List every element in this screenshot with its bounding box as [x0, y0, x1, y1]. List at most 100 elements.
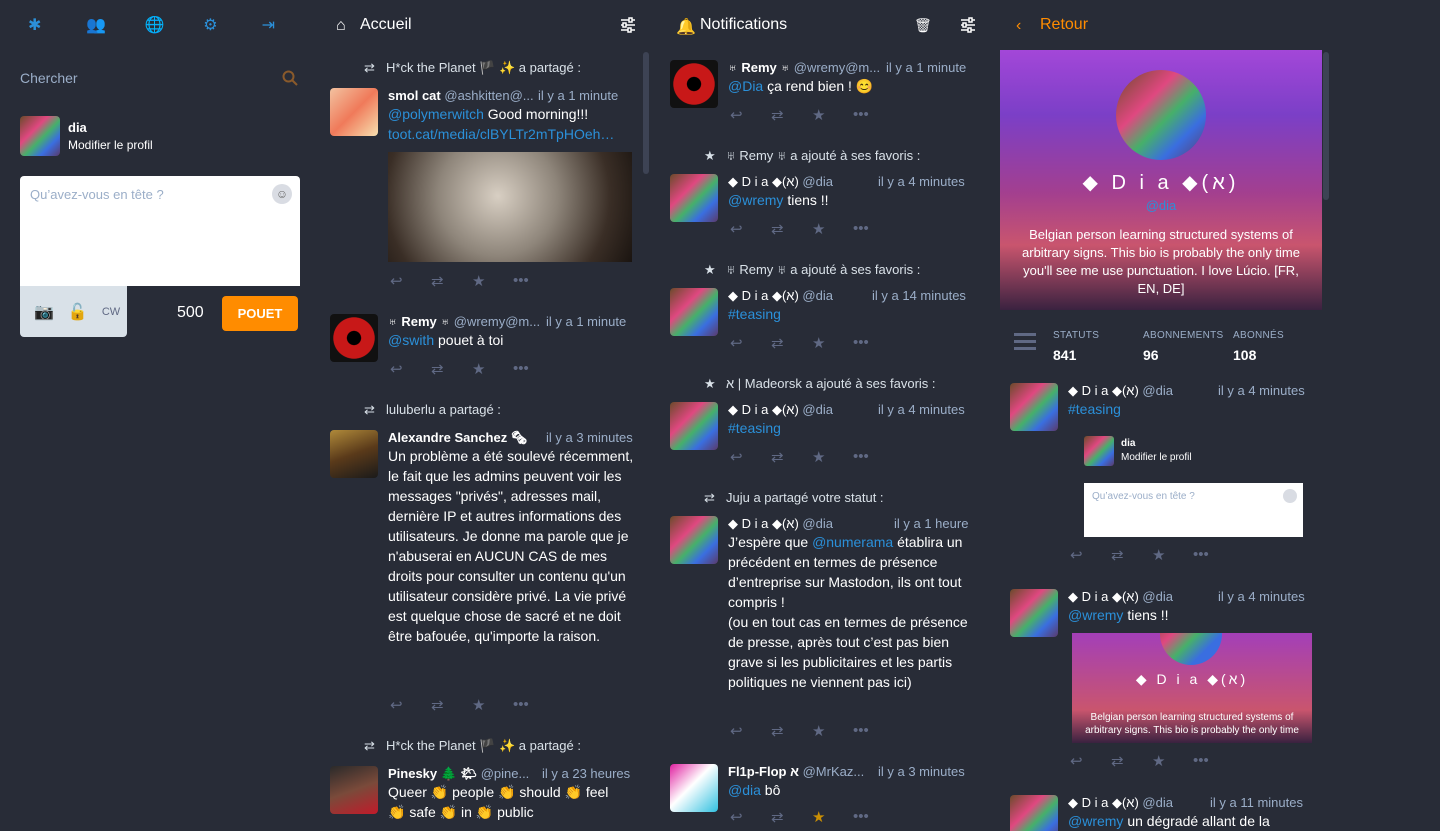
emoji-icon[interactable]: ☺	[272, 184, 292, 204]
status-author[interactable]: ◆ D i a ◆(א) @dia	[728, 174, 833, 190]
status-author[interactable]: Alexandre Sanchez 🗞	[388, 430, 527, 446]
status-time[interactable]: il y a 23 heures	[542, 766, 630, 781]
back-button[interactable]: ‹ Retour	[1000, 0, 1330, 50]
trash-icon[interactable]: 🗑	[914, 17, 932, 33]
mention-link[interactable]: @wremy	[1068, 813, 1123, 829]
star-icon[interactable]: ★	[472, 696, 513, 714]
avatar[interactable]	[670, 60, 718, 108]
more-icon[interactable]: •••	[513, 272, 554, 290]
mention-link[interactable]: @swith	[388, 332, 434, 348]
status-time[interactable]: il y a 3 minutes	[546, 430, 633, 445]
reply-icon[interactable]: ↩	[730, 722, 771, 740]
status-author[interactable]: ◆ D i a ◆(א) @dia	[1068, 795, 1173, 811]
star-icon[interactable]: ★	[472, 272, 513, 290]
more-icon[interactable]: •••	[513, 360, 554, 378]
reply-icon[interactable]: ↩	[390, 272, 431, 290]
avatar[interactable]	[1010, 589, 1058, 637]
star-icon[interactable]: ★	[812, 220, 853, 238]
status-time[interactable]: il y a 1 minute	[886, 60, 966, 75]
pouet-button[interactable]: POUET	[222, 296, 298, 331]
mention-link[interactable]: @numerama	[812, 534, 893, 550]
reply-icon[interactable]: ↩	[390, 696, 431, 714]
star-icon[interactable]: ★	[1152, 546, 1193, 564]
profile-avatar[interactable]	[1116, 70, 1206, 160]
compose-textarea[interactable]: Qu’avez-vous en tête ? ☺	[20, 176, 300, 286]
media-screenshot[interactable]: ◆ D i a ◆(א) Belgian person learning str…	[1072, 633, 1312, 743]
reply-icon[interactable]: ↩	[730, 220, 771, 238]
status-time[interactable]: il y a 1 minute	[546, 314, 626, 329]
status-time[interactable]: il y a 4 minutes	[1218, 589, 1305, 604]
avatar[interactable]	[330, 430, 378, 478]
avatar[interactable]	[670, 288, 718, 336]
hashtag-link[interactable]: #teasing	[728, 306, 781, 322]
scrollbar[interactable]	[1323, 52, 1329, 200]
globe-icon[interactable]: 🌐	[145, 15, 203, 35]
status-author[interactable]: Pinesky 🌲 🌤 @pine...	[388, 766, 529, 782]
more-icon[interactable]: •••	[1193, 546, 1234, 564]
mention-link[interactable]: @wremy	[728, 192, 783, 208]
search-icon[interactable]	[282, 70, 298, 86]
status-time[interactable]: il y a 11 minutes	[1210, 795, 1303, 810]
search-bar[interactable]: Chercher	[0, 50, 320, 106]
stat-following[interactable]: ABONNEMENTS 96	[1143, 330, 1224, 363]
boost-icon[interactable]: ⇄	[431, 272, 472, 290]
status-author[interactable]: Fl1p-Flop א @MrKaz...	[728, 764, 864, 779]
avatar[interactable]	[670, 174, 718, 222]
search-input[interactable]: Chercher	[20, 70, 78, 86]
avatar[interactable]	[330, 88, 378, 136]
menu-icon[interactable]	[1014, 332, 1036, 350]
status-time[interactable]: il y a 4 minutes	[878, 174, 965, 189]
boost-icon[interactable]: ⇄	[771, 722, 812, 740]
status-time[interactable]: il y a 1 heure	[894, 516, 968, 531]
avatar[interactable]	[330, 766, 378, 814]
edit-profile-link[interactable]: Modifier le profil	[68, 138, 153, 152]
boost-icon[interactable]: ⇄	[771, 334, 812, 352]
lock-icon[interactable]: 🔓	[68, 302, 88, 322]
reply-icon[interactable]: ↩	[730, 448, 771, 466]
more-icon[interactable]: •••	[853, 106, 894, 124]
boost-icon[interactable]: ⇄	[771, 448, 812, 466]
more-icon[interactable]: •••	[513, 696, 554, 714]
notifications-header[interactable]: 🔔 Notifications 🗑	[660, 0, 990, 50]
kitten-image[interactable]	[388, 152, 632, 262]
mention-link[interactable]: @wremy	[1068, 607, 1123, 623]
mention-link[interactable]: @Dia	[728, 78, 763, 94]
more-icon[interactable]: •••	[853, 722, 894, 740]
settings-sliders-icon[interactable]	[620, 17, 636, 33]
star-icon[interactable]: ★	[812, 334, 853, 352]
status-author[interactable]: ◆ D i a ◆(א) @dia	[1068, 383, 1173, 399]
star-icon[interactable]: ★	[1152, 752, 1193, 770]
boost-icon[interactable]: ⇄	[771, 808, 812, 826]
users-icon[interactable]: 👥	[86, 15, 144, 35]
home-header[interactable]: ⌂ Accueil	[320, 0, 650, 50]
asterisk-icon[interactable]: ✱	[28, 15, 86, 35]
reply-icon[interactable]: ↩	[1070, 752, 1111, 770]
reply-icon[interactable]: ↩	[730, 334, 771, 352]
status-time[interactable]: il y a 14 minutes	[872, 288, 966, 303]
avatar[interactable]	[670, 402, 718, 450]
status-time[interactable]: il y a 4 minutes	[1218, 383, 1305, 398]
more-icon[interactable]: •••	[1193, 752, 1234, 770]
avatar[interactable]	[1010, 383, 1058, 431]
avatar[interactable]	[670, 516, 718, 564]
reply-icon[interactable]: ↩	[730, 106, 771, 124]
cw-toggle[interactable]: CW	[102, 306, 120, 318]
reply-icon[interactable]: ↩	[390, 360, 431, 378]
star-icon[interactable]: ★	[812, 808, 853, 826]
status-author[interactable]: ♅ Remy ♅ @wremy@m...	[388, 314, 540, 329]
star-icon[interactable]: ★	[812, 106, 853, 124]
avatar[interactable]	[20, 116, 60, 156]
status-author[interactable]: ◆ D i a ◆(א) @dia	[728, 288, 833, 304]
boost-icon[interactable]: ⇄	[431, 360, 472, 378]
media-link[interactable]: toot.cat/media/clBYLTr2mTpHOeh…	[388, 126, 614, 142]
more-icon[interactable]: •••	[853, 334, 894, 352]
status-time[interactable]: il y a 4 minutes	[878, 402, 965, 417]
hashtag-link[interactable]: #teasing	[1068, 401, 1121, 417]
status-author[interactable]: ◆ D i a ◆(א) @dia	[1068, 589, 1173, 605]
reply-icon[interactable]: ↩	[730, 808, 771, 826]
hashtag-link[interactable]: #teasing	[728, 420, 781, 436]
boost-icon[interactable]: ⇄	[431, 696, 472, 714]
stat-followers[interactable]: ABONNÉS 108	[1233, 330, 1284, 363]
star-icon[interactable]: ★	[812, 722, 853, 740]
mention-link[interactable]: @polymerwitch	[388, 106, 484, 122]
